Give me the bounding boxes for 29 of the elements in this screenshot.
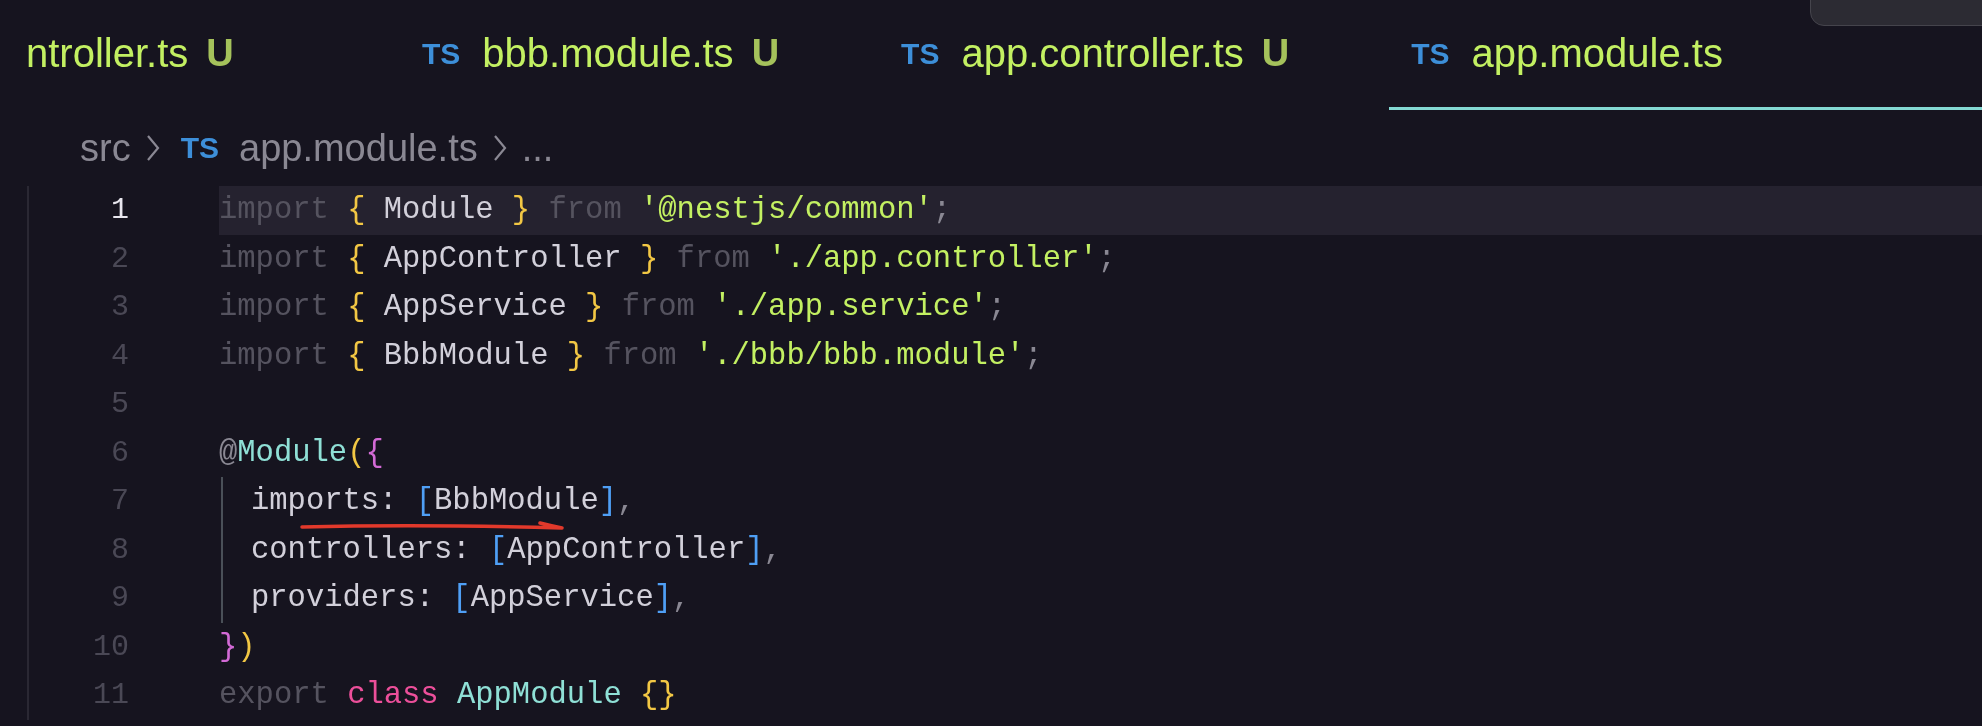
- code-line: import { BbbModule } from './bbb/bbb.module';: [219, 338, 1043, 373]
- typescript-icon: TS: [901, 36, 940, 71]
- code-line: import { AppService } from './app.service';: [219, 290, 1007, 325]
- git-status: U: [751, 32, 780, 75]
- code-line: }): [219, 629, 256, 664]
- line-number: 1: [110, 193, 129, 228]
- code-line: import { AppController } from './app.controller';: [219, 241, 1116, 276]
- code-line: providers: [AppService],: [251, 581, 691, 616]
- code-line: imports: [BbbModule],: [251, 484, 636, 519]
- chevron-icon: [491, 133, 508, 163]
- editor-tab[interactable]: TS app.controller.ts U: [879, 0, 1390, 110]
- editor-tab[interactable]: ntroller.ts U: [0, 0, 400, 110]
- breadcrumb-item[interactable]: ...: [521, 126, 554, 170]
- typescript-icon: TS: [180, 131, 219, 165]
- typescript-icon: TS: [422, 36, 461, 71]
- code-line: @Module({: [219, 435, 384, 470]
- code-line: controllers: [AppController],: [251, 532, 782, 567]
- breadcrumb-item[interactable]: app.module.ts: [239, 126, 478, 170]
- git-status: U: [1261, 32, 1290, 75]
- breadcrumb-item[interactable]: src: [80, 126, 131, 170]
- typescript-icon: TS: [1411, 36, 1450, 71]
- tab-label: app.module.ts: [1471, 31, 1723, 76]
- editor-tab[interactable]: TS bbb.module.ts U: [400, 0, 880, 110]
- code-line: export class AppModule {}: [219, 678, 677, 713]
- tab-label: bbb.module.ts: [482, 31, 734, 76]
- tab-label: ntroller.ts: [26, 31, 189, 76]
- chevron-icon: [144, 133, 161, 163]
- git-status: U: [206, 32, 234, 75]
- tab-label: app.controller.ts: [961, 31, 1244, 76]
